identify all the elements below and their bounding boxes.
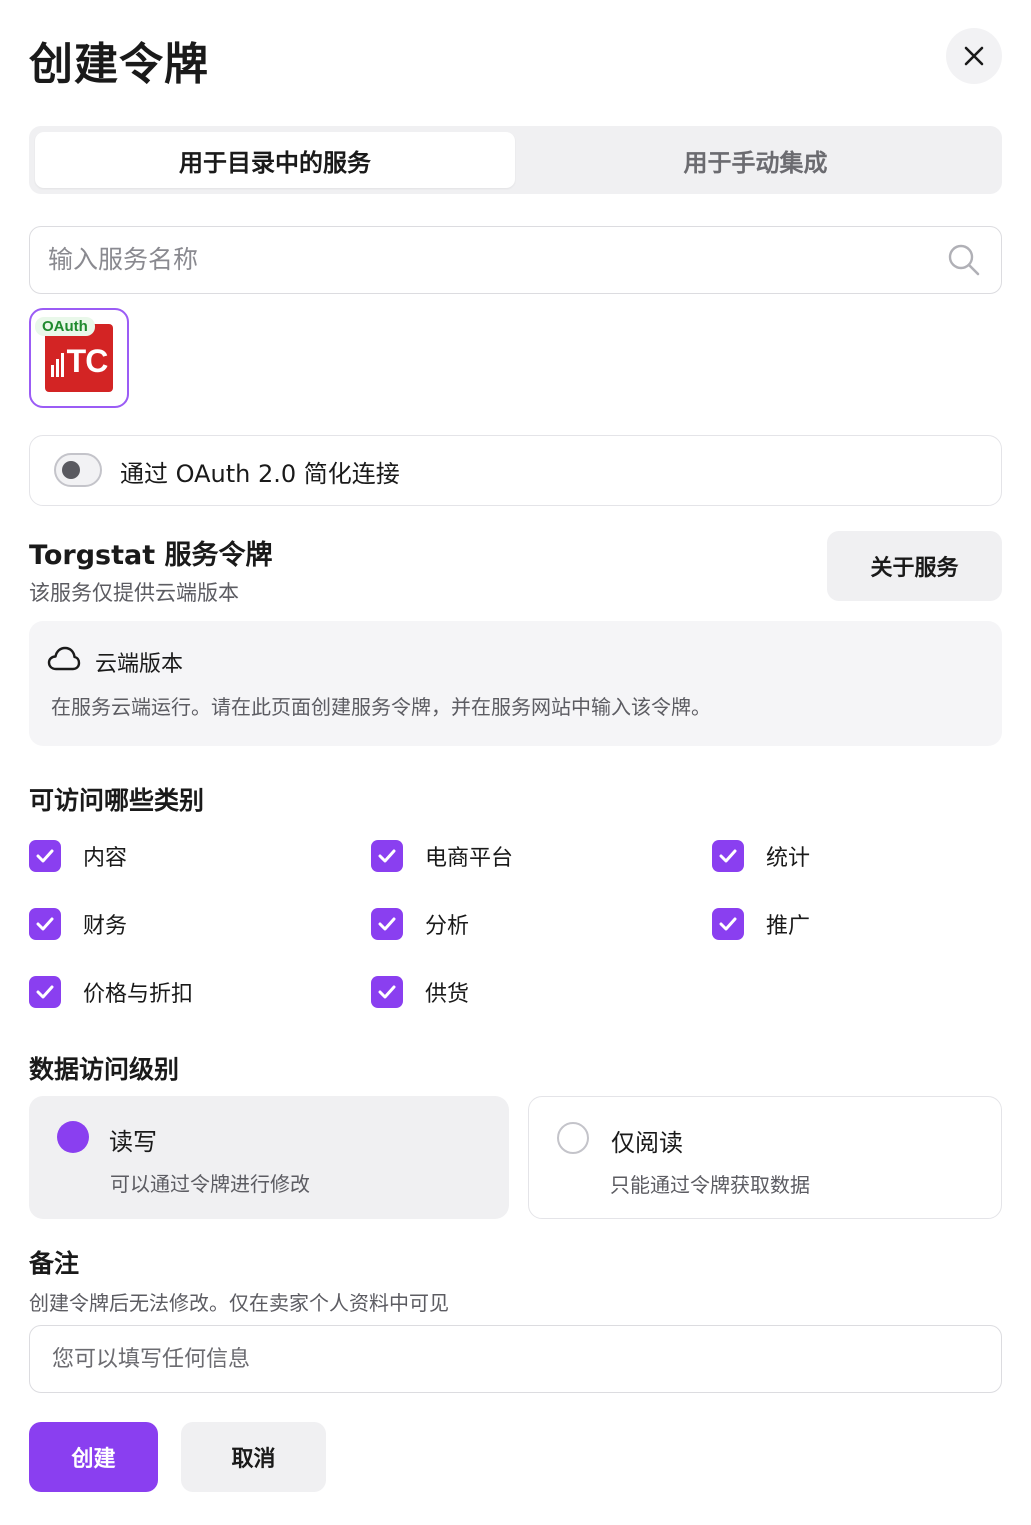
checkmark-icon bbox=[378, 985, 396, 999]
close-button[interactable] bbox=[946, 28, 1002, 84]
search-input[interactable] bbox=[48, 227, 948, 292]
service-subtitle: 该服务仅提供云端版本 bbox=[29, 581, 239, 605]
checkmark-icon bbox=[36, 849, 54, 863]
dialog-title: 创建令牌 bbox=[29, 39, 209, 90]
category-label: 供货 bbox=[425, 982, 470, 1007]
category-analytics[interactable]: 分析 bbox=[371, 908, 469, 940]
access-option-read-write[interactable]: 读写 可以通过令牌进行修改 bbox=[29, 1096, 509, 1219]
category-finance[interactable]: 财务 bbox=[29, 908, 127, 940]
category-label: 推广 bbox=[766, 914, 811, 939]
access-option-description: 可以通过令牌进行修改 bbox=[110, 1172, 310, 1196]
checkbox-checked[interactable] bbox=[371, 908, 403, 940]
toggle-knob bbox=[62, 461, 80, 479]
category-supplies[interactable]: 供货 bbox=[371, 976, 469, 1008]
checkmark-icon bbox=[378, 917, 396, 931]
oauth-toggle[interactable] bbox=[54, 453, 102, 487]
category-label: 内容 bbox=[83, 846, 128, 871]
note-subtitle: 创建令牌后无法修改。仅在卖家个人资料中可见 bbox=[29, 1291, 449, 1315]
logo-text: TC bbox=[66, 343, 109, 379]
oauth-badge: OAuth bbox=[35, 317, 95, 336]
note-title: 备注 bbox=[29, 1249, 80, 1278]
note-input[interactable] bbox=[29, 1325, 1002, 1393]
service-title: Torgstat 服务令牌 bbox=[29, 540, 273, 571]
search-box bbox=[29, 226, 1002, 294]
category-marketplace[interactable]: 电商平台 bbox=[371, 840, 513, 872]
checkbox-checked[interactable] bbox=[712, 840, 744, 872]
cloud-version-info: 云端版本 在服务云端运行。请在此页面创建服务令牌，并在服务网站中输入该令牌。 bbox=[29, 621, 1002, 746]
cloud-description: 在服务云端运行。请在此页面创建服务令牌，并在服务网站中输入该令牌。 bbox=[51, 695, 711, 719]
service-tile-torgstat[interactable]: TC OAuth bbox=[29, 308, 129, 408]
access-option-read-only[interactable]: 仅阅读 只能通过令牌获取数据 bbox=[528, 1096, 1002, 1219]
category-label: 财务 bbox=[83, 914, 128, 939]
category-label: 价格与折扣 bbox=[83, 982, 194, 1007]
cloud-title: 云端版本 bbox=[95, 652, 184, 677]
categories-title: 可访问哪些类别 bbox=[29, 786, 205, 815]
checkbox-checked[interactable] bbox=[371, 840, 403, 872]
search-icon[interactable] bbox=[947, 243, 981, 277]
checkmark-icon bbox=[719, 849, 737, 863]
access-option-title: 仅阅读 bbox=[611, 1129, 683, 1157]
checkbox-checked[interactable] bbox=[29, 976, 61, 1008]
access-option-description: 只能通过令牌获取数据 bbox=[610, 1173, 810, 1197]
tab-manual-integration[interactable]: 用于手动集成 bbox=[515, 132, 996, 188]
checkmark-icon bbox=[719, 917, 737, 931]
access-level-title: 数据访问级别 bbox=[29, 1055, 180, 1084]
create-button[interactable]: 创建 bbox=[29, 1422, 158, 1492]
radio-selected[interactable] bbox=[57, 1121, 89, 1153]
category-label: 统计 bbox=[766, 846, 811, 871]
cancel-button[interactable]: 取消 bbox=[181, 1422, 326, 1492]
tab-bar: 用于目录中的服务 用于手动集成 bbox=[29, 126, 1002, 194]
checkbox-checked[interactable] bbox=[371, 976, 403, 1008]
tab-catalog-services[interactable]: 用于目录中的服务 bbox=[35, 132, 515, 188]
oauth-toggle-row: 通过 OAuth 2.0 简化连接 bbox=[29, 435, 1002, 506]
category-prices-discounts[interactable]: 价格与折扣 bbox=[29, 976, 193, 1008]
access-option-title: 读写 bbox=[109, 1128, 157, 1156]
category-statistics[interactable]: 统计 bbox=[712, 840, 810, 872]
category-content[interactable]: 内容 bbox=[29, 840, 127, 872]
checkbox-checked[interactable] bbox=[29, 908, 61, 940]
oauth-toggle-label: 通过 OAuth 2.0 简化连接 bbox=[120, 460, 400, 488]
category-label: 分析 bbox=[425, 914, 470, 939]
checkmark-icon bbox=[36, 917, 54, 931]
category-label: 电商平台 bbox=[425, 846, 514, 871]
checkbox-checked[interactable] bbox=[712, 908, 744, 940]
cloud-icon bbox=[47, 646, 81, 671]
checkmark-icon bbox=[36, 985, 54, 999]
category-promotion[interactable]: 推广 bbox=[712, 908, 810, 940]
radio-unselected[interactable] bbox=[557, 1122, 589, 1154]
bar-chart-icon bbox=[50, 353, 64, 377]
checkmark-icon bbox=[378, 849, 396, 863]
about-service-button[interactable]: 关于服务 bbox=[827, 531, 1002, 601]
close-icon bbox=[964, 46, 984, 66]
checkbox-checked[interactable] bbox=[29, 840, 61, 872]
